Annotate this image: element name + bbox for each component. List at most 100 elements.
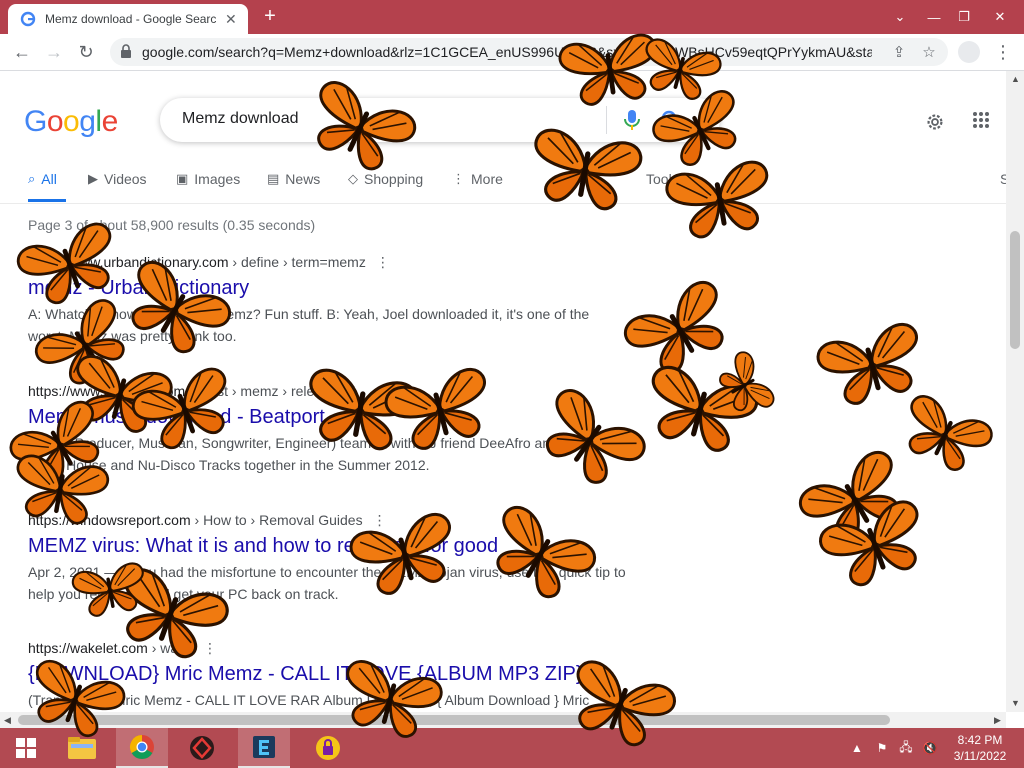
logo-letter: o (63, 105, 80, 138)
search-icon: ⌕ (28, 171, 36, 186)
tab-news[interactable]: ▤ News (267, 171, 320, 187)
result-domain: https://www.beatport.com (28, 383, 186, 399)
result-domain: https://www.urbandictionary.com (28, 254, 229, 270)
browser-toolbar: ← → ↻ google.com/search?q=Memz+download&… (0, 34, 1024, 71)
windows-start-button[interactable] (0, 728, 52, 768)
tab-more[interactable]: ⋮ More (452, 171, 503, 187)
result-url[interactable]: https://www.beatport.com › artist › memz… (28, 383, 628, 400)
forward-arrow-icon[interactable]: → (42, 40, 66, 64)
reload-icon[interactable]: ↻ (74, 40, 98, 64)
result-url[interactable]: https://www.urbandictionary.com › define… (28, 254, 628, 271)
result-url[interactable]: https://wakelet.com › wake ⋮ (28, 640, 628, 657)
result-url[interactable]: https://windowsreport.com › How to › Rem… (28, 512, 628, 529)
maximize-button[interactable]: ❐ (948, 0, 980, 34)
new-tab-button[interactable]: + (258, 5, 282, 29)
tab-close-icon[interactable]: ✕ (225, 11, 237, 28)
logo-letter: o (46, 105, 64, 138)
taskbar-app-shield[interactable] (302, 728, 354, 768)
search-results-page: Google ⌕All ▶Videos ▣Ima (0, 71, 1006, 712)
tray-overflow-chevron-icon[interactable]: ▲ (848, 728, 866, 768)
lock-icon[interactable] (120, 44, 132, 59)
result-path: › define › term=memz (228, 254, 366, 270)
tabs-divider (0, 203, 1006, 204)
network-icon[interactable]: 🖧 (896, 728, 916, 768)
microphone-icon[interactable] (622, 109, 642, 131)
result-domain: https://windowsreport.com (28, 512, 191, 528)
taskbar-chrome[interactable] (116, 728, 168, 768)
result-snippet: Memz (Producer, Musician, Songwriter, En… (28, 435, 597, 473)
tab-search-chevron-icon[interactable]: ⌄ (884, 0, 916, 34)
google-logo[interactable]: Google (24, 105, 118, 139)
address-bar[interactable]: google.com/search?q=Memz+download&rlz=1C… (110, 38, 948, 66)
search-result: https://wakelet.com › wake ⋮ {DOWNLOAD} M… (28, 640, 628, 712)
clock-date: 3/11/2022 (953, 749, 1007, 763)
search-input[interactable] (180, 109, 584, 129)
vertical-scroll-thumb[interactable] (1010, 231, 1020, 349)
result-title-link[interactable]: memz - Urban Dictionary (28, 277, 628, 300)
url-text[interactable]: google.com/search?q=Memz+download&rlz=1C… (142, 44, 872, 60)
logo-letter: g (79, 105, 96, 138)
result-menu-icon[interactable]: ⋮ (373, 512, 387, 528)
tab-label: News (285, 171, 321, 187)
search-result: https://windowsreport.com › How to › Rem… (28, 512, 628, 605)
gear-icon[interactable] (924, 111, 946, 133)
action-center-flag-icon[interactable]: ⚑ (872, 728, 892, 768)
result-menu-icon[interactable]: ⋮ (203, 640, 217, 656)
result-title-link[interactable]: MEMZ virus: What it is and how to remove… (28, 535, 628, 558)
search-icon[interactable] (660, 109, 682, 131)
horizontal-scrollbar[interactable]: ◀ ▶ (0, 712, 1006, 728)
result-title-link[interactable]: {DOWNLOAD} Mric Memz - CALL IT LOVE {ALB… (28, 663, 628, 686)
result-menu-icon[interactable]: ⋮ (376, 254, 390, 270)
close-window-button[interactable]: ✕ (984, 0, 1016, 34)
taskbar-file-explorer[interactable] (56, 728, 108, 768)
scroll-right-arrow-icon[interactable]: ▶ (994, 715, 1001, 726)
scroll-down-arrow-icon[interactable]: ▼ (1011, 698, 1020, 708)
tab-all[interactable]: ⌕ All (28, 171, 57, 187)
app-blue-icon (253, 736, 275, 758)
vertical-scrollbar[interactable]: ▲ ▼ (1006, 71, 1024, 712)
tab-label: Shopping (364, 171, 424, 187)
app-red-icon (190, 736, 214, 760)
result-domain: https://wakelet.com (28, 640, 148, 656)
more-vertical-icon: ⋮ (452, 171, 465, 186)
search-divider (606, 106, 607, 134)
horizontal-scroll-thumb[interactable] (18, 715, 890, 725)
result-menu-icon[interactable]: ⋮ (347, 383, 361, 399)
system-clock[interactable]: 8:42 PM 3/11/2022 (948, 732, 1012, 764)
result-stats: Page 3 of about 58,900 results (0.35 sec… (28, 217, 316, 233)
result-snippet: Apr 2, 2021 — If you had the misfortune … (28, 564, 626, 602)
result-path: › artist › memz › release (185, 383, 337, 399)
taskbar-app-red[interactable] (176, 728, 228, 768)
tab-shopping[interactable]: ◇ Shopping (348, 171, 423, 187)
google-favicon-icon (20, 11, 36, 27)
share-icon[interactable]: ⇪ (890, 43, 908, 61)
search-box (160, 98, 720, 142)
taskbar-app-blue[interactable] (238, 728, 290, 768)
tab-label: More (471, 171, 503, 187)
tab-label: Videos (104, 171, 147, 187)
news-icon: ▤ (267, 171, 280, 186)
tab-videos[interactable]: ▶ Videos (88, 171, 147, 187)
volume-muted-icon[interactable]: 🔇 (920, 728, 940, 768)
apps-grid-icon[interactable] (972, 111, 990, 129)
result-title-link[interactable]: Memz music download - Beatport (28, 406, 628, 429)
tab-label: Images (194, 171, 241, 187)
result-path: › wake (147, 640, 193, 656)
bookmark-star-icon[interactable]: ☆ (920, 43, 938, 61)
scroll-up-arrow-icon[interactable]: ▲ (1011, 74, 1020, 84)
scroll-left-arrow-icon[interactable]: ◀ (4, 715, 11, 726)
logo-letter: G (24, 105, 47, 138)
profile-avatar[interactable] (958, 41, 980, 63)
tab-images[interactable]: ▣ Images (176, 171, 240, 187)
tools-button[interactable]: Tools (646, 171, 679, 187)
browser-tab[interactable]: Memz download - Google Search ✕ (8, 4, 248, 34)
minimize-button[interactable]: — (918, 0, 950, 34)
windows-logo-icon (16, 738, 36, 758)
back-arrow-icon[interactable]: ← (10, 40, 34, 64)
clock-time: 8:42 PM (957, 733, 1003, 747)
tab-label: Tools (646, 171, 679, 187)
logo-letter: e (101, 105, 119, 138)
search-result: https://www.beatport.com › artist › memz… (28, 383, 628, 476)
tag-icon: ◇ (348, 171, 358, 186)
browser-menu-icon[interactable]: ⋮ (994, 41, 1012, 63)
